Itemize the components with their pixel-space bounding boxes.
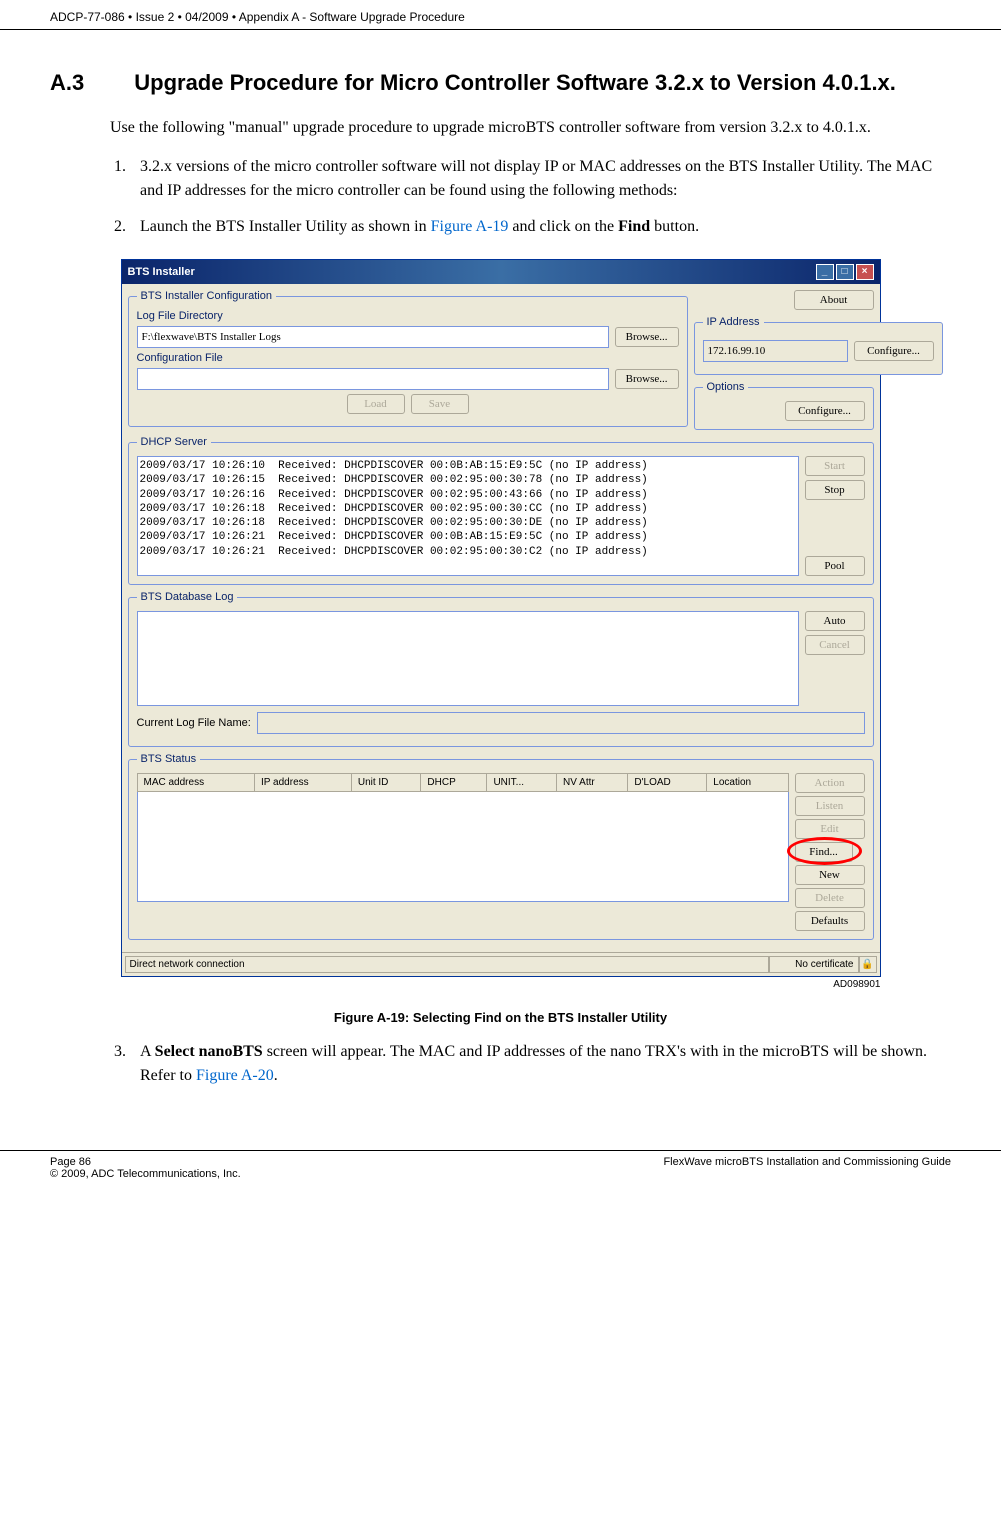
ip-legend: IP Address — [703, 316, 764, 328]
cancel-button: Cancel — [805, 635, 865, 655]
figure-link-a19[interactable]: Figure A-19 — [431, 218, 509, 235]
select-nanobts-bold: Select nanoBTS — [155, 1043, 263, 1060]
action-button: Action — [795, 773, 865, 793]
section-number: A.3 — [50, 70, 84, 96]
config-file-label: Configuration File — [137, 352, 679, 364]
step-1: 3.2.x versions of the micro controller s… — [130, 155, 951, 203]
find-button[interactable]: Find... — [795, 842, 853, 862]
status-right: No certificate — [769, 956, 859, 973]
col-location[interactable]: Location — [707, 774, 788, 792]
configure-ip-button[interactable]: Configure... — [854, 341, 934, 361]
intro-paragraph: Use the following "manual" upgrade proce… — [110, 116, 951, 140]
image-id: AD098901 — [121, 979, 881, 990]
config-fieldset: BTS Installer Configuration Log File Dir… — [128, 290, 688, 427]
close-icon[interactable]: × — [856, 264, 874, 280]
footer-copyright: © 2009, ADC Telecommunications, Inc. — [50, 1168, 241, 1180]
browse-logdir-button[interactable]: Browse... — [615, 327, 679, 347]
window-controls: _ □ × — [816, 264, 874, 280]
col-dload[interactable]: D'LOAD — [628, 774, 707, 792]
log-dir-input[interactable] — [137, 326, 609, 348]
col-unit[interactable]: UNIT... — [487, 774, 557, 792]
dhcp-pool-button[interactable]: Pool — [805, 556, 865, 576]
find-highlight: Find... — [795, 842, 865, 862]
dhcp-fieldset: DHCP Server 2009/03/17 10:26:10 Received… — [128, 436, 874, 585]
current-log-label: Current Log File Name: — [137, 717, 251, 729]
options-fieldset: Options Configure... — [694, 381, 874, 430]
figure-link-a20[interactable]: Figure A-20 — [196, 1067, 274, 1084]
col-dhcp[interactable]: DHCP — [421, 774, 487, 792]
content: A.3 Upgrade Procedure for Micro Controll… — [0, 30, 1001, 1120]
configure-options-button[interactable]: Configure... — [785, 401, 865, 421]
listen-button: Listen — [795, 796, 865, 816]
delete-button: Delete — [795, 888, 865, 908]
db-log-textarea[interactable] — [137, 611, 799, 706]
status-bar: Direct network connection No certificate… — [122, 952, 880, 976]
figure-caption: Figure A-19: Selecting Find on the BTS I… — [50, 1010, 951, 1025]
new-button[interactable]: New — [795, 865, 865, 885]
dhcp-stop-button[interactable]: Stop — [805, 480, 865, 500]
bts-status-table: MAC address IP address Unit ID DHCP UNIT… — [137, 773, 789, 792]
maximize-icon[interactable]: □ — [836, 264, 854, 280]
col-mac[interactable]: MAC address — [137, 774, 255, 792]
step-2: Launch the BTS Installer Utility as show… — [130, 215, 951, 239]
dhcp-legend: DHCP Server — [137, 436, 211, 448]
dblog-fieldset: BTS Database Log Auto Cancel Current Log… — [128, 591, 874, 747]
step-3: A Select nanoBTS screen will appear. The… — [130, 1040, 951, 1088]
defaults-button[interactable]: Defaults — [795, 911, 865, 931]
cert-icon: 🔒 — [859, 956, 877, 973]
page-header: ADCP-77-086 • Issue 2 • 04/2009 • Append… — [0, 0, 1001, 30]
col-unitid[interactable]: Unit ID — [351, 774, 421, 792]
edit-button: Edit — [795, 819, 865, 839]
footer-guide: FlexWave microBTS Installation and Commi… — [663, 1156, 951, 1180]
col-ip[interactable]: IP address — [255, 774, 352, 792]
window-titlebar[interactable]: BTS Installer _ □ × — [122, 260, 880, 284]
dhcp-log-textarea[interactable]: 2009/03/17 10:26:10 Received: DHCPDISCOV… — [137, 456, 799, 576]
footer-page: Page 86 — [50, 1156, 241, 1168]
browse-config-button[interactable]: Browse... — [615, 369, 679, 389]
bts-table-body[interactable] — [137, 792, 789, 902]
ip-fieldset: IP Address Configure... — [694, 316, 943, 375]
dblog-legend: BTS Database Log — [137, 591, 238, 603]
log-dir-label: Log File Directory — [137, 310, 679, 322]
window-body: BTS Installer Configuration Log File Dir… — [122, 284, 880, 952]
current-log-display — [257, 712, 865, 734]
options-legend: Options — [703, 381, 749, 393]
dhcp-start-button: Start — [805, 456, 865, 476]
section-title: Upgrade Procedure for Micro Controller S… — [134, 70, 896, 96]
find-bold: Find — [618, 218, 650, 235]
load-button: Load — [347, 394, 405, 414]
status-left: Direct network connection — [125, 956, 769, 973]
bts-installer-window: BTS Installer _ □ × BTS Installer Config… — [121, 259, 881, 977]
status-fieldset: BTS Status MAC address IP address Unit I… — [128, 753, 874, 940]
minimize-icon[interactable]: _ — [816, 264, 834, 280]
config-file-input[interactable] — [137, 368, 609, 390]
steps-list-continued: A Select nanoBTS screen will appear. The… — [130, 1040, 951, 1088]
page-footer: Page 86 © 2009, ADC Telecommunications, … — [0, 1150, 1001, 1190]
steps-list: 3.2.x versions of the micro controller s… — [130, 155, 951, 239]
window-title: BTS Installer — [128, 266, 195, 278]
col-nv[interactable]: NV Attr — [557, 774, 628, 792]
config-legend: BTS Installer Configuration — [137, 290, 276, 302]
section-heading: A.3 Upgrade Procedure for Micro Controll… — [50, 70, 951, 96]
about-button[interactable]: About — [794, 290, 874, 310]
ip-display — [703, 340, 848, 362]
table-header-row: MAC address IP address Unit ID DHCP UNIT… — [137, 774, 788, 792]
auto-button[interactable]: Auto — [805, 611, 865, 631]
status-legend: BTS Status — [137, 753, 201, 765]
screenshot-wrapper: BTS Installer _ □ × BTS Installer Config… — [121, 259, 881, 990]
save-button: Save — [411, 394, 469, 414]
